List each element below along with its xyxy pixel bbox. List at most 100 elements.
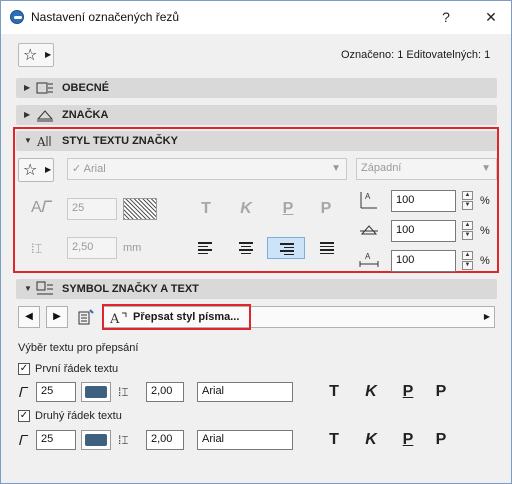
leading-icon: ⁞⌶ (31, 241, 43, 256)
italic-button[interactable]: K (235, 198, 257, 220)
first-line-size-field[interactable]: 25 (36, 382, 76, 402)
marker-icon (36, 110, 54, 122)
section-symbol-label: SYMBOL ZNAČKY A TEXT (62, 283, 199, 295)
general-settings-icon (36, 82, 53, 94)
section-marker-label: ZNAČKA (62, 109, 109, 121)
dialog-window: Nastavení označených řezů ? ✕ ☆ ▶ Označe… (0, 0, 512, 484)
align-center-icon (239, 242, 253, 256)
font-size-field[interactable]: 25 (67, 198, 117, 220)
height-percent-field[interactable]: 100 (391, 220, 456, 242)
pen-color-swatch[interactable] (123, 198, 157, 220)
chevron-right-icon: ▶ (45, 165, 52, 174)
encoding-value: Západní (361, 162, 402, 174)
section-general-label: OBECNÉ (62, 82, 110, 94)
help-button[interactable]: ? (434, 5, 458, 29)
encoding-dropdown[interactable]: Západní ▼ (356, 158, 497, 180)
svg-text:A: A (365, 192, 371, 201)
arrow-left-icon: ◀ (25, 311, 33, 322)
font-dropdown[interactable]: ✓ Arial ▼ (67, 158, 347, 180)
chevron-down-icon: ▼ (331, 163, 341, 174)
width-percent-field[interactable]: 100 (391, 190, 456, 212)
height-factor-icon (360, 225, 378, 235)
star-icon: ☆ (23, 162, 38, 179)
text-favorites-button[interactable]: ☆ ▶ (18, 158, 54, 182)
edit-list-button[interactable] (76, 308, 96, 328)
list-edit-icon (78, 309, 94, 325)
first-line-underline-button[interactable]: P (397, 381, 419, 403)
arrow-right-icon: ▶ (53, 311, 61, 322)
chevron-right-icon: ▶ (483, 312, 490, 321)
overwrite-title: Výběr textu pro přepsání (18, 342, 139, 354)
second-line-leading-field[interactable]: 2,00 (146, 430, 184, 450)
first-line-font-field[interactable]: Arial (197, 382, 293, 402)
align-justify-button[interactable] (308, 237, 346, 259)
second-line-checkbox[interactable]: ✓ (18, 410, 30, 422)
align-center-button[interactable] (227, 237, 265, 259)
check-icon: ✓ (72, 163, 82, 175)
spacing-percent-field[interactable]: 100 (391, 250, 456, 272)
first-line-italic-button[interactable]: K (360, 381, 382, 403)
window-title: Nastavení označených řezů (31, 10, 180, 24)
align-left-icon (198, 242, 212, 256)
align-left-button[interactable] (186, 237, 224, 259)
font-value: Arial (83, 163, 106, 175)
width-spinner[interactable]: ▲ ▼ (462, 191, 473, 211)
collapse-arrow-icon: ▼ (24, 284, 32, 293)
spacing-factor-icon: A (359, 252, 379, 267)
first-line-bold-button[interactable]: T (323, 381, 345, 403)
section-symbol[interactable]: ▼ SYMBOL ZNAČKY A TEXT (16, 279, 497, 299)
close-button[interactable]: ✕ (479, 5, 503, 29)
font-size-icon: 𝛤 (19, 432, 28, 448)
underline-button[interactable]: P (277, 198, 299, 220)
leading-unit: mm (123, 242, 142, 254)
second-line-size-field[interactable]: 25 (36, 430, 76, 450)
second-line-bold-button[interactable]: T (323, 429, 345, 451)
second-line-italic-button[interactable]: K (360, 429, 382, 451)
second-line-pen-swatch[interactable] (81, 430, 111, 450)
app-icon (10, 10, 24, 24)
chevron-down-icon: ▼ (481, 163, 491, 174)
text-style-icon: A (36, 135, 51, 149)
title-bar: Nastavení označených řezů ? ✕ (1, 1, 511, 34)
section-text-style-label: STYL TEXTU ZNAČKY (62, 135, 178, 147)
svg-text:A: A (36, 135, 46, 149)
leading-field[interactable]: 2,50 (67, 237, 117, 259)
expand-arrow-icon: ▶ (24, 110, 31, 119)
collapse-arrow-icon: ▼ (24, 136, 32, 145)
align-right-button[interactable] (267, 237, 305, 259)
second-line-font-field[interactable]: Arial (197, 430, 293, 450)
section-marker[interactable]: ▶ ZNAČKA (16, 105, 497, 125)
expand-arrow-icon: ▶ (24, 83, 31, 92)
favorites-button[interactable]: ☆ ▶ (18, 43, 54, 67)
second-line-label: Druhý řádek textu (35, 410, 122, 422)
section-text-style[interactable]: ▼ A STYL TEXTU ZNAČKY (16, 131, 497, 151)
previous-button[interactable]: ◀ (18, 306, 40, 328)
symbol-text-icon (36, 281, 53, 295)
spacing-spinner[interactable]: ▲ ▼ (462, 251, 473, 271)
align-justify-icon (320, 242, 334, 256)
star-icon: ☆ (23, 47, 38, 64)
chevron-right-icon: ▶ (45, 50, 52, 59)
first-line-label: První řádek textu (35, 363, 119, 375)
next-button[interactable]: ▶ (46, 306, 68, 328)
width-factor-icon: A (360, 192, 377, 209)
strikethrough-button[interactable]: P (315, 198, 337, 220)
first-line-leading-field[interactable]: 2,00 (146, 382, 184, 402)
highlight-override (102, 304, 251, 330)
font-size-icon: A𝛤 (31, 199, 52, 216)
bold-button[interactable]: T (195, 198, 217, 220)
second-line-underline-button[interactable]: P (397, 429, 419, 451)
spacing-percent-unit: % (480, 255, 490, 267)
width-percent-unit: % (480, 195, 490, 207)
first-line-pen-swatch[interactable] (81, 382, 111, 402)
section-general[interactable]: ▶ OBECNÉ (16, 78, 497, 98)
second-line-strikethrough-button[interactable]: P (430, 429, 452, 451)
leading-icon: ⁞⌶ (118, 385, 129, 399)
first-line-strikethrough-button[interactable]: P (430, 381, 452, 403)
height-percent-unit: % (480, 225, 490, 237)
height-spinner[interactable]: ▲ ▼ (462, 221, 473, 241)
leading-icon: ⁞⌶ (118, 433, 129, 447)
align-right-icon (280, 243, 294, 257)
first-line-checkbox[interactable]: ✓ (18, 363, 30, 375)
selection-status: Označeno: 1 Editovatelných: 1 (341, 49, 491, 61)
